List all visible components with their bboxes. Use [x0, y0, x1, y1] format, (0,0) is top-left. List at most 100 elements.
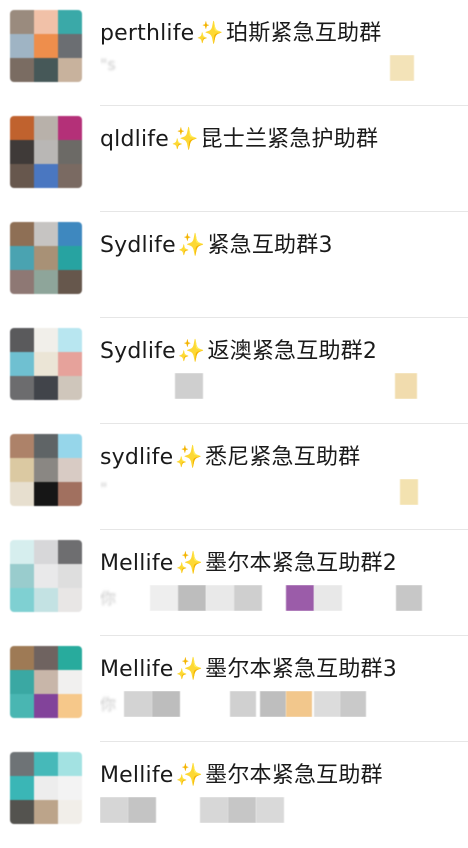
avatar-tile — [34, 800, 58, 824]
group-avatar — [10, 328, 82, 400]
avatar-tile — [34, 540, 58, 564]
avatar-tile — [10, 482, 34, 506]
pixelated-block — [124, 691, 152, 717]
message-preview — [100, 161, 448, 187]
avatar-tile — [10, 646, 34, 670]
avatar-tile — [58, 140, 82, 164]
message-preview-text: 你 — [100, 589, 117, 608]
avatar-tile — [58, 164, 82, 188]
avatar-tile — [34, 776, 58, 800]
sparkles-icon: ✨ — [177, 233, 206, 258]
pixelated-block — [178, 585, 206, 611]
chat-item-mellife-3[interactable]: Mellife✨墨尔本紧急互助群3 你 — [0, 636, 468, 742]
chat-title-suffix: 墨尔本紧急互助群 — [205, 763, 383, 788]
avatar-tile — [58, 328, 82, 352]
avatar-tile — [10, 694, 34, 718]
chat-title-suffix: 紧急互助群3 — [207, 233, 333, 258]
avatar-tile — [34, 140, 58, 164]
avatar-tile — [10, 10, 34, 34]
avatar-tile — [34, 434, 58, 458]
avatar-tile — [58, 646, 82, 670]
chat-item-sydlife-return[interactable]: Sydlife✨返澳紧急互助群2 — [0, 318, 468, 424]
pixelated-block — [395, 373, 417, 399]
chat-title: perthlife✨珀斯紧急互助群 — [100, 15, 381, 47]
pixelated-block — [390, 55, 414, 81]
chat-item-sydlife-3[interactable]: Sydlife✨紧急互助群3 — [0, 212, 468, 318]
avatar-tile — [34, 482, 58, 506]
avatar-tile — [10, 164, 34, 188]
message-preview — [100, 267, 448, 293]
avatar-tile — [10, 376, 34, 400]
avatar-tile — [58, 776, 82, 800]
message-preview: "s — [100, 55, 448, 81]
chat-item-mellife[interactable]: Mellife✨墨尔本紧急互助群 — [0, 742, 468, 848]
avatar-tile — [34, 164, 58, 188]
avatar-tile — [58, 270, 82, 294]
sparkles-icon: ✨ — [170, 127, 199, 152]
chat-item-sydlife-sydney[interactable]: sydlife✨悉尼紧急互助群 " — [0, 424, 468, 530]
pixelated-block — [234, 585, 262, 611]
message-preview-text: 你 — [100, 695, 117, 714]
avatar-tile — [10, 140, 34, 164]
pixelated-block — [400, 479, 418, 505]
chat-title-suffix: 悉尼紧急互助群 — [204, 445, 361, 470]
chat-title: Sydlife✨紧急互助群3 — [100, 227, 333, 259]
avatar-tile — [58, 222, 82, 246]
avatar-tile — [58, 34, 82, 58]
pixelated-block — [256, 797, 284, 823]
message-preview-text: " — [100, 479, 108, 498]
chat-title-suffix: 返澳紧急互助群2 — [207, 339, 378, 364]
avatar-tile — [10, 58, 34, 82]
avatar-tile — [34, 376, 58, 400]
avatar-tile — [34, 694, 58, 718]
avatar-tile — [58, 352, 82, 376]
pixelated-block — [152, 691, 180, 717]
avatar-tile — [10, 588, 34, 612]
chat-title: Mellife✨墨尔本紧急互助群2 — [100, 545, 397, 577]
avatar-tile — [10, 328, 34, 352]
chat-item-perthlife[interactable]: perthlife✨珀斯紧急互助群 "s — [0, 0, 468, 106]
avatar-tile — [34, 458, 58, 482]
avatar-tile — [58, 752, 82, 776]
pixelated-block — [314, 691, 340, 717]
message-preview: 你 — [100, 691, 448, 717]
avatar-tile — [34, 116, 58, 140]
avatar-tile — [34, 222, 58, 246]
message-preview-text: "s — [100, 55, 116, 74]
chat-name: qldlife — [100, 127, 169, 152]
message-preview — [100, 797, 448, 823]
avatar-tile — [34, 270, 58, 294]
chat-name: Mellife — [100, 657, 174, 682]
chat-name: Mellife — [100, 763, 174, 788]
chat-item-mellife-2[interactable]: Mellife✨墨尔本紧急互助群2 你 — [0, 530, 468, 636]
avatar-tile — [10, 270, 34, 294]
sparkles-icon: ✨ — [177, 339, 206, 364]
pixelated-block — [100, 797, 128, 823]
avatar-tile — [34, 752, 58, 776]
avatar-tile — [10, 458, 34, 482]
avatar-tile — [58, 458, 82, 482]
chat-title-suffix: 珀斯紧急互助群 — [226, 21, 382, 46]
avatar-tile — [58, 588, 82, 612]
group-avatar — [10, 116, 82, 188]
sparkles-icon: ✨ — [175, 763, 204, 788]
avatar-tile — [58, 694, 82, 718]
avatar-tile — [34, 588, 58, 612]
chat-title: Mellife✨墨尔本紧急互助群3 — [100, 651, 397, 683]
chat-title: qldlife✨昆士兰紧急护助群 — [100, 121, 378, 153]
group-avatar — [10, 222, 82, 294]
avatar-tile — [58, 10, 82, 34]
group-avatar — [10, 10, 82, 82]
pixelated-block — [200, 797, 228, 823]
avatar-tile — [10, 800, 34, 824]
avatar-tile — [34, 58, 58, 82]
avatar-tile — [10, 116, 34, 140]
avatar-tile — [34, 646, 58, 670]
chat-name: perthlife — [100, 21, 195, 46]
avatar-tile — [58, 564, 82, 588]
pixelated-block — [206, 585, 234, 611]
chat-item-qldlife[interactable]: qldlife✨昆士兰紧急护助群 — [0, 106, 468, 212]
avatar-tile — [34, 10, 58, 34]
group-avatar — [10, 752, 82, 824]
avatar-tile — [34, 34, 58, 58]
